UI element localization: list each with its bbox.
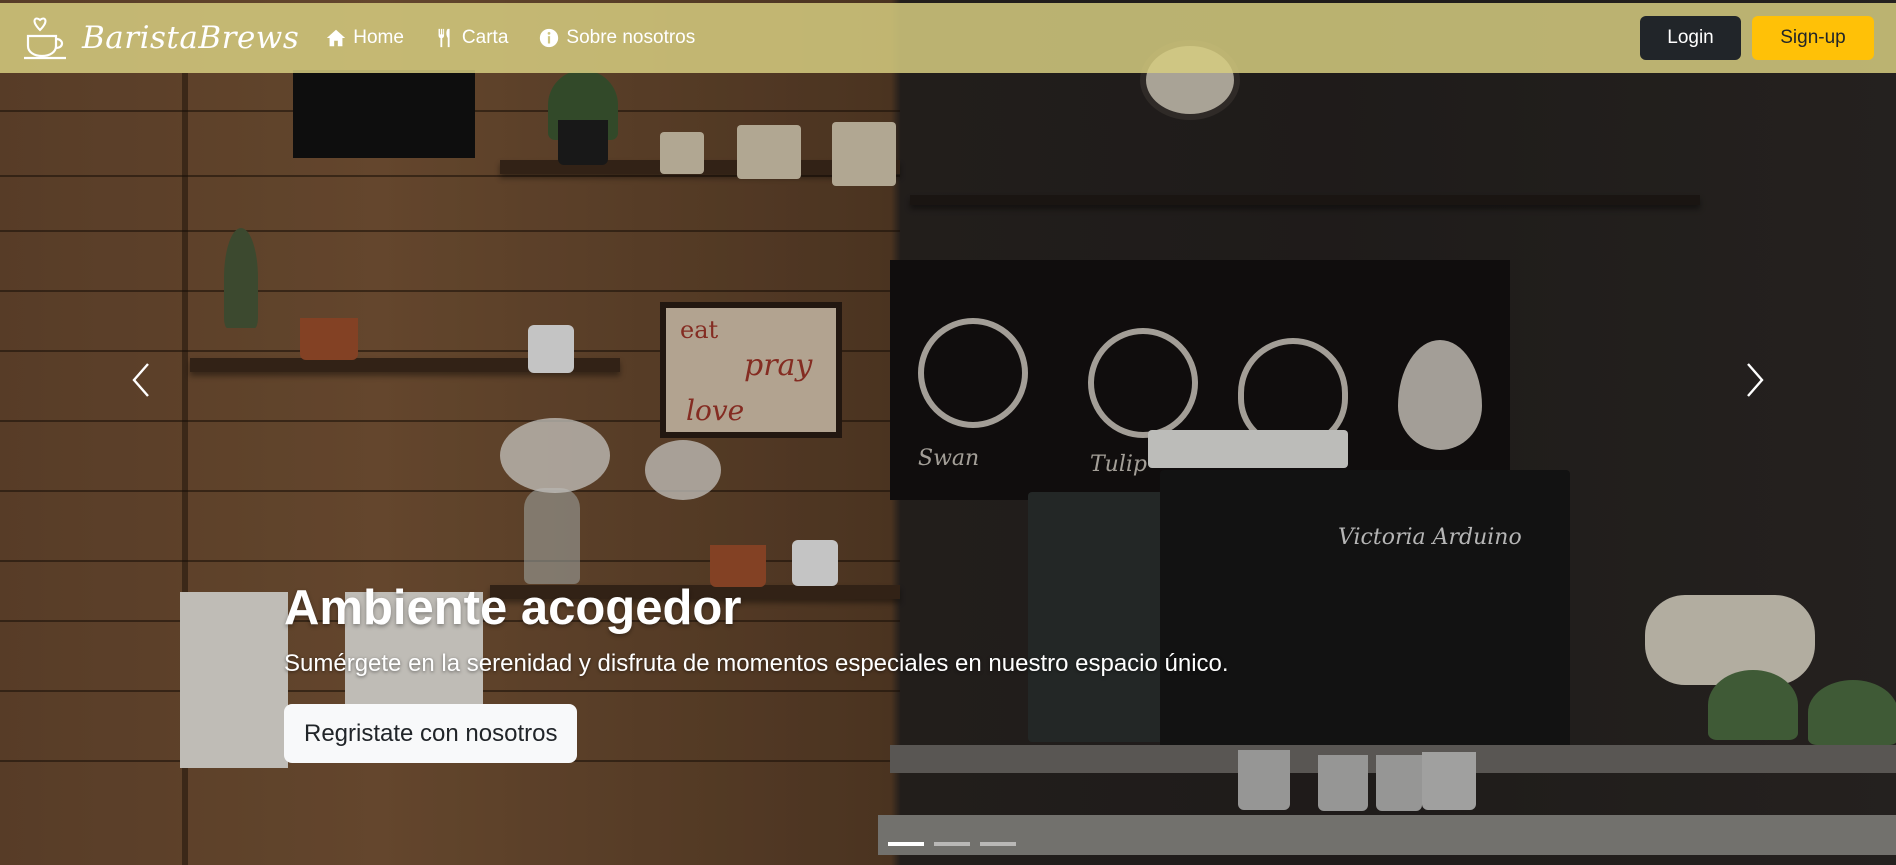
chevron-right-icon: [1747, 363, 1764, 397]
info-icon: [540, 28, 559, 48]
nav-sobre-nosotros[interactable]: Sobre nosotros: [538, 27, 695, 49]
utensils-icon: [438, 28, 450, 48]
register-button[interactable]: Regristate con nosotros: [284, 704, 578, 763]
brand-link[interactable]: BaristaBrews: [22, 16, 299, 60]
carousel-indicator-2[interactable]: [934, 842, 970, 846]
carousel-indicator-1[interactable]: [888, 842, 924, 846]
nav-carta-label: Carta: [461, 27, 509, 48]
hero-subtitle: Sumérgete en la serenidad y disfruta de …: [284, 650, 1229, 677]
carousel-indicators: [888, 842, 1016, 846]
signup-button[interactable]: Sign-up: [1752, 16, 1874, 60]
navbar: BaristaBrews Home Carta Sobre nosotros L…: [0, 3, 1896, 73]
hero-title: Ambiente acogedor: [284, 581, 742, 635]
carousel-prev-button[interactable]: [122, 360, 162, 400]
nav-sobre-nosotros-label: Sobre nosotros: [566, 27, 696, 48]
nav-carta[interactable]: Carta: [434, 27, 508, 49]
nav-home-label: Home: [353, 27, 404, 48]
brand-name: BaristaBrews: [82, 20, 300, 56]
carousel-indicator-3[interactable]: [980, 842, 1016, 846]
nav-home[interactable]: Home: [325, 27, 404, 49]
coffee-cup-logo-icon: [24, 17, 66, 60]
auth-buttons: Login Sign-up: [1640, 16, 1874, 60]
login-button[interactable]: Login: [1640, 16, 1741, 60]
carousel-caption: Ambiente acogedor Sumérgete en la sereni…: [284, 580, 1229, 763]
chevron-left-icon: [132, 363, 149, 397]
carousel-next-button[interactable]: [1734, 360, 1774, 400]
home-icon: [327, 29, 346, 47]
